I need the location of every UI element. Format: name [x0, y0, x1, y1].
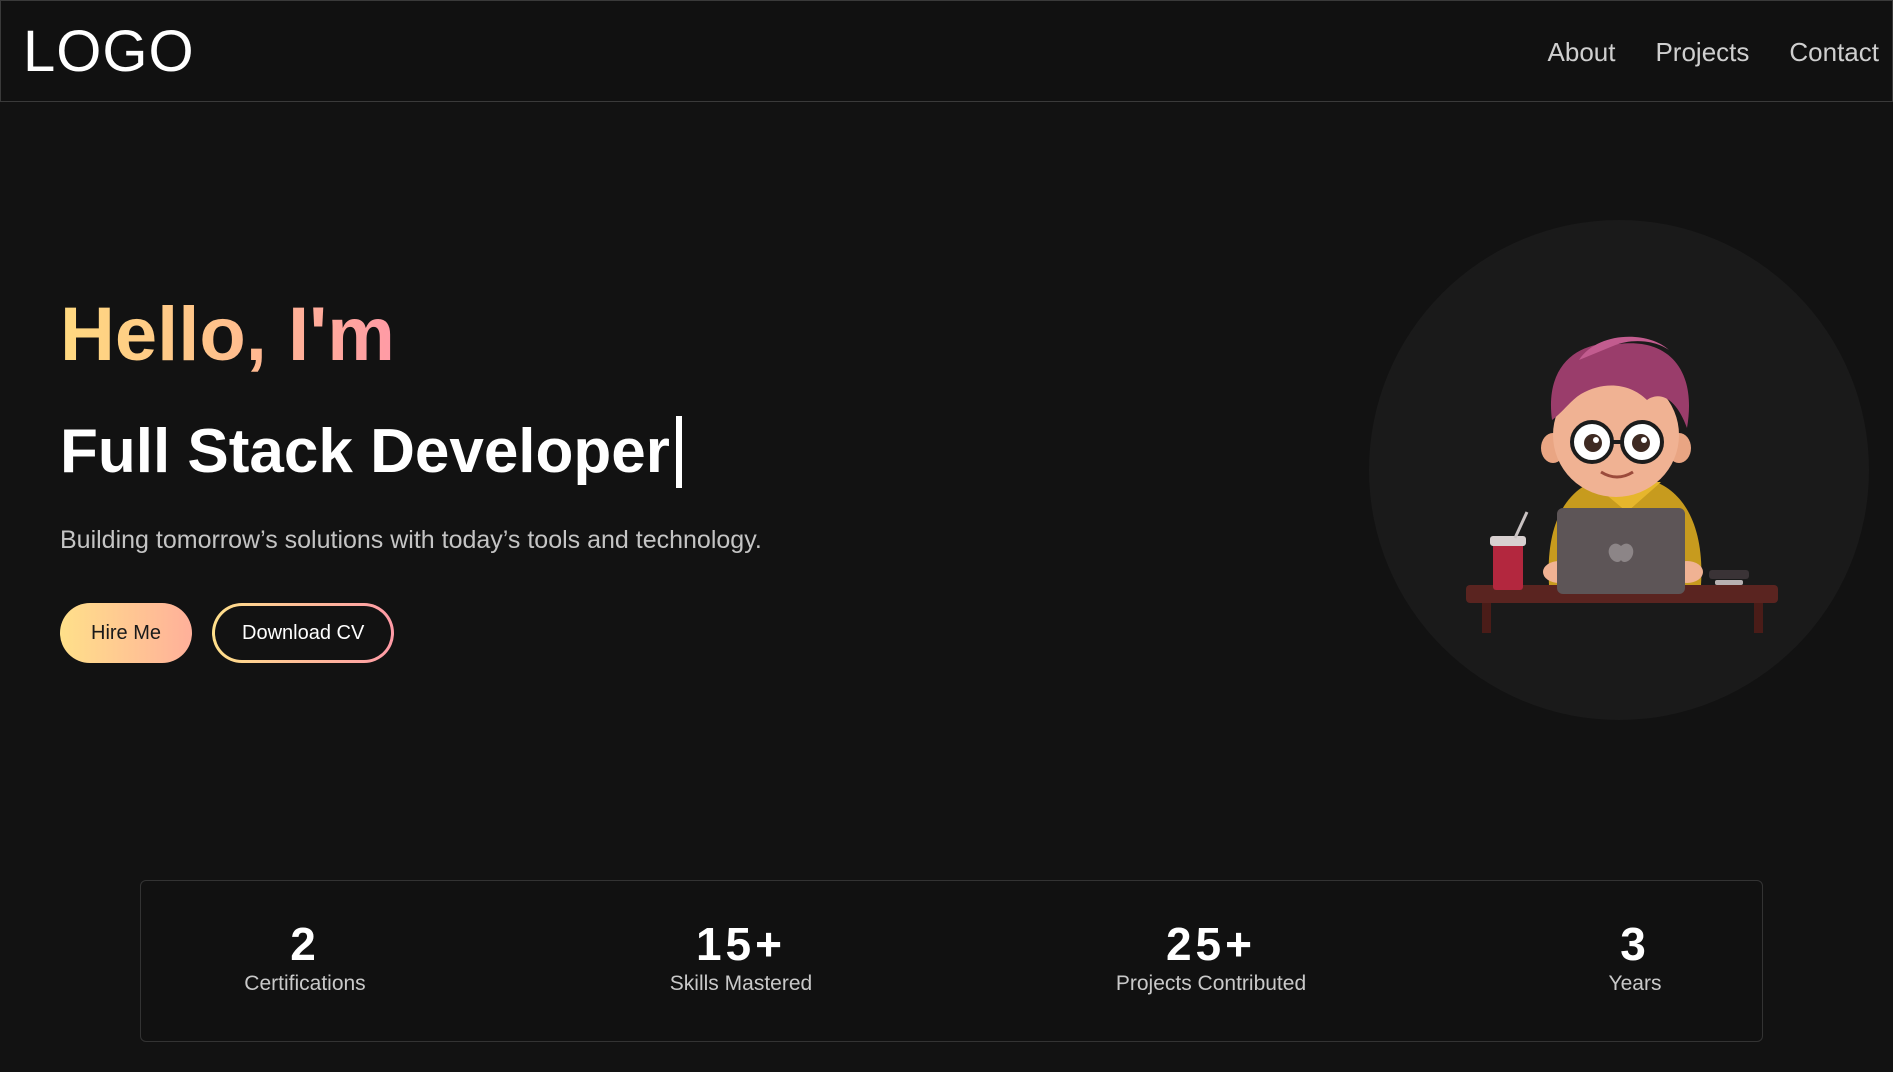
stat-label: Certifications: [244, 972, 366, 995]
stat-value: 25+: [1165, 918, 1257, 970]
navbar: LOGO About Projects Contact: [0, 0, 1893, 102]
stat-projects: 25+ Projects Contributed: [1116, 919, 1306, 999]
site-logo[interactable]: LOGO: [23, 19, 195, 85]
nav-links: About Projects Contact: [1548, 35, 1879, 69]
download-cv-label[interactable]: Download CV: [215, 606, 392, 660]
nav-link-projects[interactable]: Projects: [1655, 35, 1749, 69]
typing-caret: [675, 416, 682, 488]
download-cv-button[interactable]: Download CV: [212, 603, 395, 663]
stat-label: Years: [1608, 972, 1662, 995]
avatar-circle: [1369, 220, 1869, 720]
stat-label: Projects Contributed: [1115, 972, 1307, 995]
stat-certifications: 2 Certifications: [244, 919, 365, 999]
nav-link-contact[interactable]: Contact: [1789, 35, 1879, 69]
hero-actions: Hire Me Download CV: [60, 603, 395, 663]
stat-value: 15+: [695, 918, 787, 970]
hero-greeting: Hello, I'm: [60, 290, 395, 380]
stat-value: 3: [1620, 918, 1650, 970]
portfolio-page: LOGO About Projects Contact Hello, I'm F…: [0, 0, 1893, 1072]
stat-skills: 15+ Skills Mastered: [670, 919, 812, 999]
nav-link-about[interactable]: About: [1548, 35, 1616, 69]
hire-me-button[interactable]: Hire Me: [60, 603, 193, 663]
stat-years: 3 Years: [1609, 919, 1662, 999]
stat-label: Skills Mastered: [669, 972, 813, 995]
hero-role: Full Stack Developer: [60, 417, 670, 486]
stats-panel: 2 Certifications 15+ Skills Mastered 25+…: [140, 880, 1763, 1042]
stat-value: 2: [290, 918, 320, 970]
hero-role-line: Full Stack Developer: [60, 412, 682, 492]
developer-avatar-illustration: [1466, 336, 1778, 633]
hero-tagline: Building tomorrow’s solutions with today…: [60, 526, 762, 554]
